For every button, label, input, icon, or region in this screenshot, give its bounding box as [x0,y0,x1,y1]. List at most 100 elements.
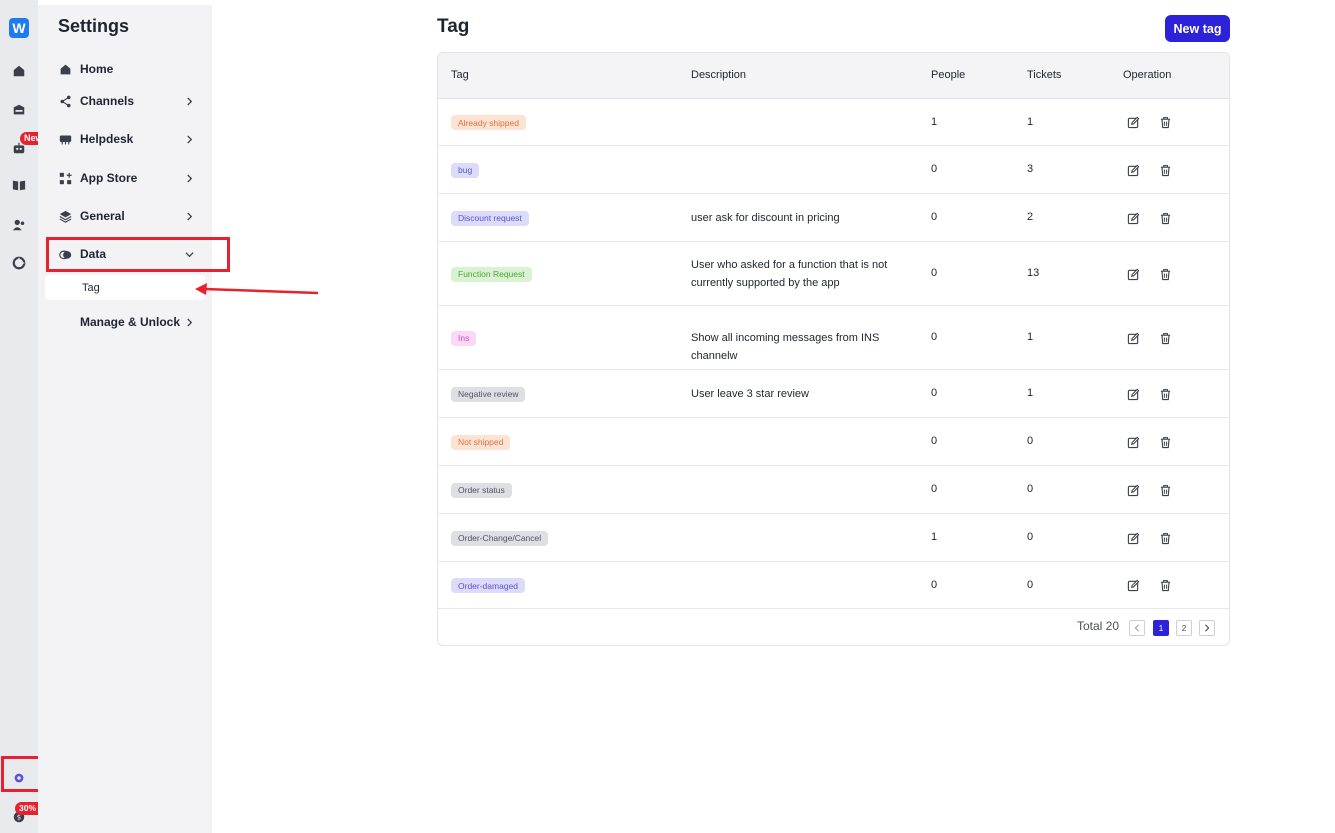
sidebar-item-label: Manage & Unlock [80,315,181,329]
tag-description: Show all incoming messages from INS chan… [691,331,880,363]
table-row: Already shipped 1 1 [438,99,1229,146]
column-header-operation: Operation [1123,69,1172,81]
tickets-count: 1 [1027,331,1034,343]
tag-pill: Order-Change/Cancel [451,530,549,546]
sidebar-subitem-tag[interactable]: Tag [45,275,205,300]
trash-icon[interactable] [1158,211,1172,225]
people-count: 0 [931,331,938,343]
tag-pill: Discount request [451,210,529,226]
trash-icon[interactable] [1158,163,1172,177]
sidebar-item-helpdesk[interactable]: Helpdesk [46,124,206,154]
sidebar-item-manage-unlock[interactable]: Manage & Unlock [46,307,206,337]
app-logo[interactable]: W [9,18,29,38]
page-1-button[interactable]: 1 [1153,620,1169,636]
trash-icon[interactable] [1158,483,1172,497]
page-title: Tag [437,16,470,37]
highlight-data-box [46,237,230,272]
column-header-people: People [931,69,966,81]
edit-icon[interactable] [1126,483,1140,497]
trash-icon[interactable] [1158,387,1172,401]
table-row: Order status 0 0 [438,466,1229,514]
page-2-button[interactable]: 2 [1176,620,1192,636]
table-row: Negative review User leave 3 star review 0… [438,370,1229,418]
analytics-icon[interactable] [11,255,27,271]
home-icon[interactable] [11,63,27,79]
trash-icon[interactable] [1158,531,1172,545]
tag-pill: Not shipped [451,434,511,450]
layers-icon [58,209,72,223]
users-icon[interactable] [11,217,27,233]
tag-pill: Negative review [451,386,526,402]
tickets-count: 0 [1027,483,1034,495]
share-icon [58,94,72,108]
table-header: Tag Description People Tickets Operation [438,53,1229,99]
table-row: Not shipped 0 0 [438,418,1229,466]
new-tag-button[interactable]: New tag [1165,15,1230,42]
sidebar-title: Settings [58,16,130,36]
sidebar-subitem-label: Tag [82,281,100,294]
annotation-arrow-icon [195,283,319,295]
tickets-count: 3 [1027,163,1034,175]
tickets-count: 13 [1027,267,1040,279]
chevron-right-icon [184,96,194,106]
edit-icon[interactable] [1126,387,1140,401]
table-row: Order-Change/Cancel 1 0 [438,514,1229,562]
table-row: Order-damaged 0 0 [438,562,1229,609]
tag-pill: bug [451,162,480,178]
book-icon[interactable] [11,177,27,193]
chevron-right-icon [1205,624,1210,632]
blank-icon [58,315,72,329]
trash-icon[interactable] [1158,579,1172,593]
tag-pill: Order status [451,482,512,498]
trash-icon[interactable] [1158,116,1172,130]
trash-icon[interactable] [1158,267,1172,281]
prev-page-button[interactable] [1129,620,1145,636]
people-count: 0 [931,211,938,223]
sidebar-item-app-store[interactable]: App Store [46,163,206,193]
edit-icon[interactable] [1126,267,1140,281]
home-icon [58,62,72,76]
inbox-icon[interactable] [11,102,27,118]
people-count: 1 [931,115,938,128]
sidebar-item-label: App Store [80,171,138,185]
edit-icon[interactable] [1126,331,1140,345]
edit-icon[interactable] [1126,435,1140,449]
tag-description: User leave 3 star review [691,387,809,400]
sidebar-item-home[interactable]: Home [46,54,206,84]
tag-description: user ask for discount in pricing [691,211,840,224]
sidebar-item-channels[interactable]: Channels [46,86,206,116]
tag-table: Tag Description People Tickets Operation… [437,52,1230,646]
chevron-right-icon [184,211,194,221]
tag-pill: Already shipped [451,115,526,130]
sidebar-item-label: General [80,209,125,223]
people-count: 1 [931,531,938,543]
people-count: 0 [931,578,938,591]
settings-sidebar: Settings Home Channels Helpdesk App Stor… [38,5,212,833]
edit-icon[interactable] [1126,579,1140,593]
column-header-description: Description [691,69,747,81]
edit-icon[interactable] [1126,116,1140,130]
trash-icon[interactable] [1158,435,1172,449]
tickets-count: 0 [1027,531,1034,543]
tickets-count: 1 [1027,387,1034,399]
total-count: Total 20 [1077,619,1120,633]
table-row: bug 0 3 [438,146,1229,194]
tag-description: User who asked for a function that is no… [691,258,888,290]
chevron-right-icon [184,173,194,183]
edit-icon[interactable] [1126,163,1140,177]
sidebar-item-general[interactable]: General [46,201,206,231]
people-count: 0 [931,267,938,279]
tag-pill: Order-damaged [451,578,526,593]
tickets-count: 0 [1027,578,1034,591]
tag-pill: Ins [451,330,477,346]
next-page-button[interactable] [1199,620,1215,636]
people-count: 0 [931,163,938,175]
sidebar-item-label: Home [80,62,114,76]
table-row: Discount request user ask for discount in… [438,194,1229,242]
chevron-left-icon [1134,624,1139,632]
trash-icon[interactable] [1158,331,1172,345]
people-count: 0 [931,483,938,495]
edit-icon[interactable] [1126,531,1140,545]
edit-icon[interactable] [1126,211,1140,225]
tickets-count: 2 [1027,211,1034,223]
